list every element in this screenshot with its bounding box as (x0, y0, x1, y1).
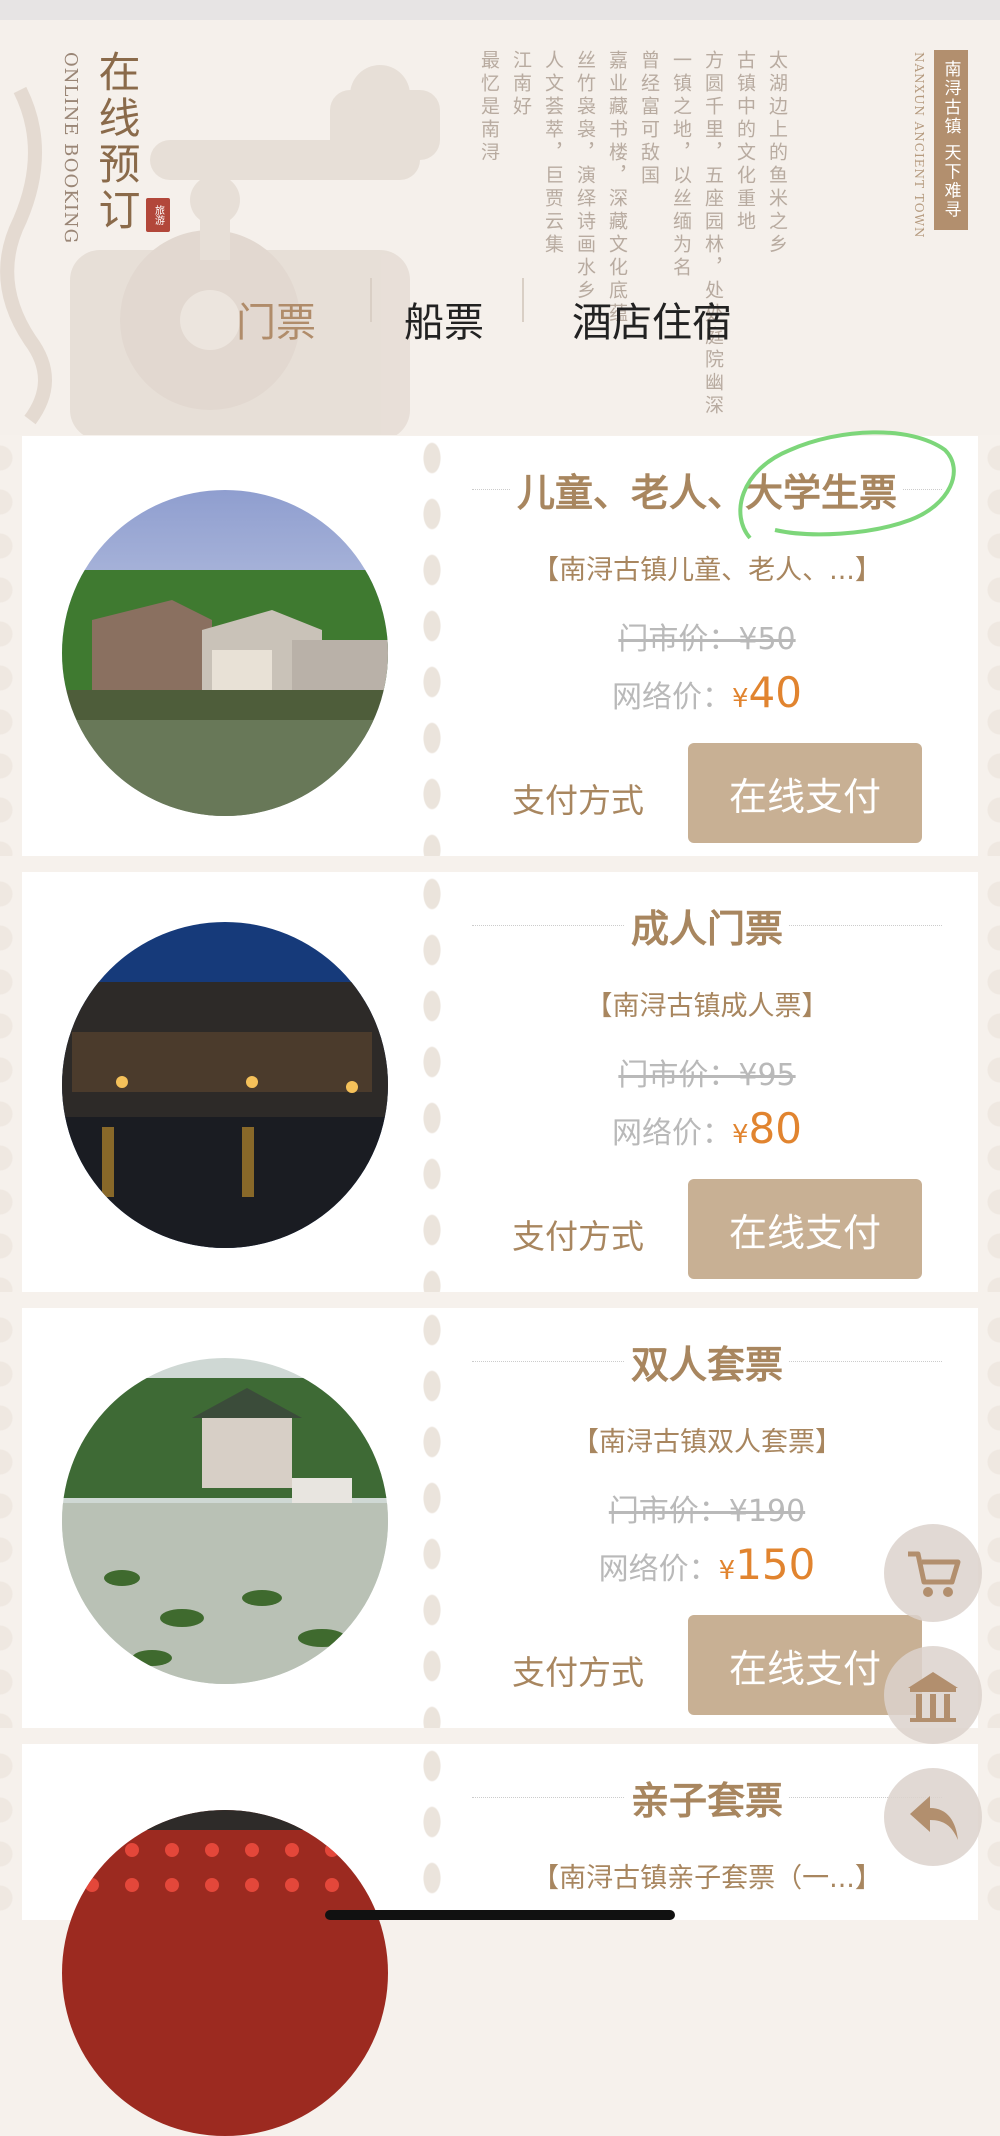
tab-tickets[interactable]: 门票 (236, 290, 316, 348)
ticket-subtitle: 【南浔古镇儿童、老人、...】 (532, 555, 882, 586)
ticket-perforation (0, 1308, 22, 1728)
poem-line: 曾经富可敌国 (638, 50, 660, 188)
poem-line: 丝竹袅袅，演绎诗画水乡 (574, 50, 596, 303)
side-english-label: NANXUN ANCIENT TOWN (912, 52, 926, 239)
ticket-perforation (978, 1308, 1000, 1728)
pay-online-button[interactable]: 在线支付 (688, 1179, 922, 1279)
ticket-perforation (422, 1308, 442, 1728)
ticket-card: 双人套票 【南浔古镇双人套票】 门市价：¥190 网络价：¥150 支付方式 在… (0, 1308, 1000, 1728)
payment-method-label: 支付方式 (512, 1653, 644, 1692)
ticket-card: 亲子套票 【南浔古镇亲子套票（一...】 (0, 1744, 1000, 2136)
ticket-info: 成人门票 【南浔古镇成人票】 门市价：¥95 网络价：¥80 支付方式 在线支付 (472, 872, 952, 1292)
ticket-perforation (978, 872, 1000, 1292)
original-price: 门市价：¥50 (618, 622, 796, 657)
ticket-photo (62, 490, 388, 816)
home-icon[interactable] (884, 1646, 982, 1744)
tab-boat-tickets[interactable]: 船票 (404, 290, 484, 348)
ticket-photo (62, 1358, 388, 1684)
poem-line: 嘉业藏书楼，深藏文化底蕴 (606, 50, 628, 326)
ticket-perforation (978, 1744, 1000, 1920)
cart-icon[interactable] (884, 1524, 982, 1622)
ticket-title: 成人门票 (472, 898, 942, 953)
pay-online-button[interactable]: 在线支付 (688, 743, 922, 843)
poem-line: 最忆是南浔 (478, 50, 500, 165)
ticket-info: 双人套票 【南浔古镇双人套票】 门市价：¥190 网络价：¥150 支付方式 在… (472, 1308, 952, 1728)
net-price: 网络价：¥80 (612, 1104, 802, 1153)
ticket-subtitle: 【南浔古镇双人套票】 (572, 1427, 842, 1458)
back-icon[interactable] (884, 1768, 982, 1866)
ticket-perforation (0, 1744, 22, 1920)
poem-line: 一镇之地，以丝缅为名 (670, 50, 692, 280)
ticket-info: 亲子套票 【南浔古镇亲子套票（一...】 (472, 1744, 952, 1920)
ticket-perforation (422, 872, 442, 1292)
ticket-subtitle: 【南浔古镇成人票】 (585, 991, 829, 1022)
ticket-card: 成人门票 【南浔古镇成人票】 门市价：¥95 网络价：¥80 支付方式 在线支付 (0, 872, 1000, 1292)
side-tag: 南浔古镇 天下难寻 (934, 50, 968, 230)
ticket-title: 双人套票 (472, 1334, 942, 1389)
header-banner: ONLINE BOOKING 在线预订 旅游 太湖边上的鱼米之乡 古镇中的文化重… (0, 20, 1000, 435)
original-price: 门市价：¥190 (608, 1494, 806, 1529)
poem-line: 古镇中的文化重地 (734, 50, 756, 234)
tab-hotel[interactable]: 酒店住宿 (572, 290, 732, 348)
payment-method-label: 支付方式 (512, 1217, 644, 1256)
ticket-perforation (422, 1744, 442, 1920)
ticket-title: 亲子套票 (472, 1770, 942, 1825)
highlight-annotation (738, 430, 956, 540)
poem-line: 人文荟萃，巨贾云集 (542, 50, 564, 257)
net-price: 网络价：¥40 (612, 668, 802, 717)
ticket-perforation (978, 436, 1000, 856)
poem-text: 太湖边上的鱼米之乡 古镇中的文化重地 方圆千里，五座园林，处处庭院幽深 一镇之地… (0, 50, 790, 418)
net-price: 网络价：¥150 (598, 1540, 816, 1589)
ticket-perforation (422, 436, 442, 856)
ticket-subtitle: 【南浔古镇亲子套票（一...】 (532, 1863, 882, 1894)
status-strip (0, 0, 1000, 20)
tab-divider (522, 278, 524, 322)
poem-line: 方圆千里，五座园林，处处庭院幽深 (702, 50, 724, 418)
ticket-perforation (0, 436, 22, 856)
ticket-photo (62, 922, 388, 1248)
home-indicator (325, 1910, 675, 1920)
poem-line: 太湖边上的鱼米之乡 (766, 50, 788, 257)
original-price: 门市价：¥95 (618, 1058, 796, 1093)
tab-divider (370, 278, 372, 322)
ticket-perforation (0, 872, 22, 1292)
payment-method-label: 支付方式 (512, 781, 644, 820)
ticket-photo (62, 1810, 388, 2136)
poem-line: 江南好 (510, 50, 532, 119)
